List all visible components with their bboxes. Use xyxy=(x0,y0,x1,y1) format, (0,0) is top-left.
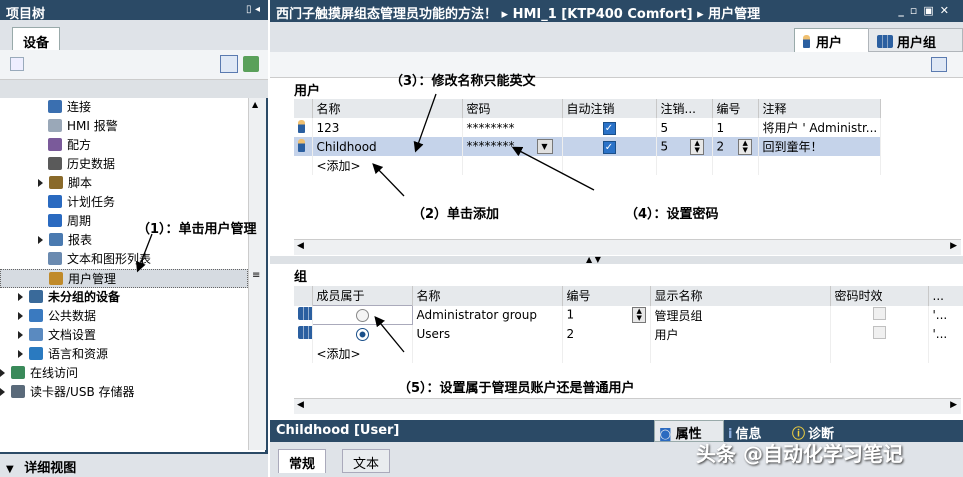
arrow-3 xyxy=(413,93,437,153)
arrow-1 xyxy=(135,233,153,273)
tab-general[interactable]: 常规 xyxy=(278,449,327,473)
arrow-2 xyxy=(372,163,405,197)
watermark-text: 头条 @自动化学习笔记 xyxy=(696,442,903,466)
tab-general-label: 常规 xyxy=(289,457,316,472)
annotation-arrows xyxy=(135,93,595,353)
properties-icon: ◙ xyxy=(659,427,672,442)
tab-texts-label: 文本 xyxy=(353,457,380,472)
arrow-4 xyxy=(511,146,595,191)
tab-texts[interactable]: 文本 xyxy=(342,449,391,473)
inspector-title: Childhood [User] xyxy=(276,423,400,438)
arrow-5 xyxy=(374,315,405,353)
